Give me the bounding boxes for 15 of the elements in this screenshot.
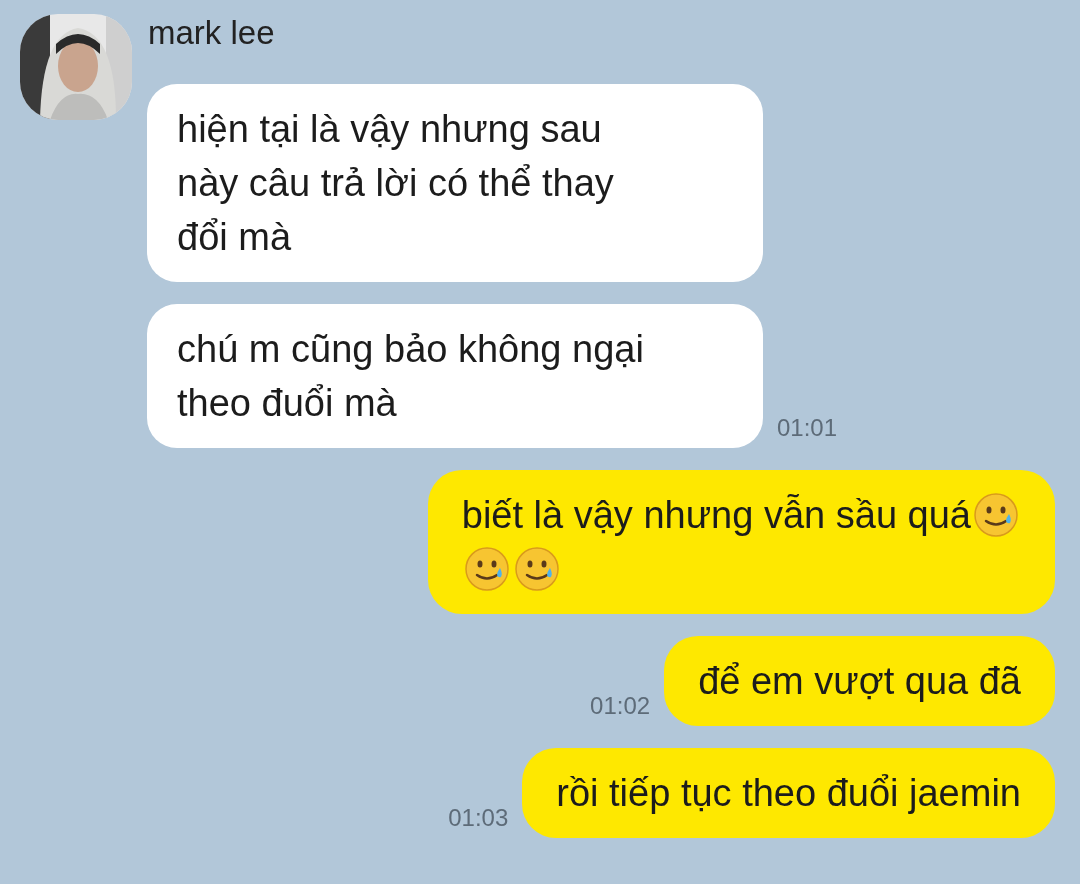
message-text: biết là vậy nhưng vẫn sầu quá: [461, 493, 971, 538]
message-time: 01:03: [448, 803, 509, 833]
smiling-face-with-tear-icon: [463, 546, 510, 592]
message-text: rồi tiếp tục theo đuổi jaemin: [556, 771, 1021, 816]
smiling-face-with-tear-icon: [973, 492, 1019, 538]
message-text: này câu trả lời có thể thay: [177, 161, 614, 206]
contact-name: mark lee: [148, 15, 275, 51]
message-text: để em vượt qua đã: [698, 659, 1021, 704]
message-text: đổi mà: [177, 215, 292, 260]
message-text: hiện tại là vậy nhưng sau: [177, 107, 602, 152]
smiling-face-with-tear-icon: [513, 546, 560, 592]
message-text: chú m cũng bảo không ngại: [177, 327, 644, 372]
message-time: 01:02: [590, 691, 651, 721]
message-text: theo đuổi mà: [177, 381, 397, 426]
message-time: 01:01: [777, 413, 838, 443]
